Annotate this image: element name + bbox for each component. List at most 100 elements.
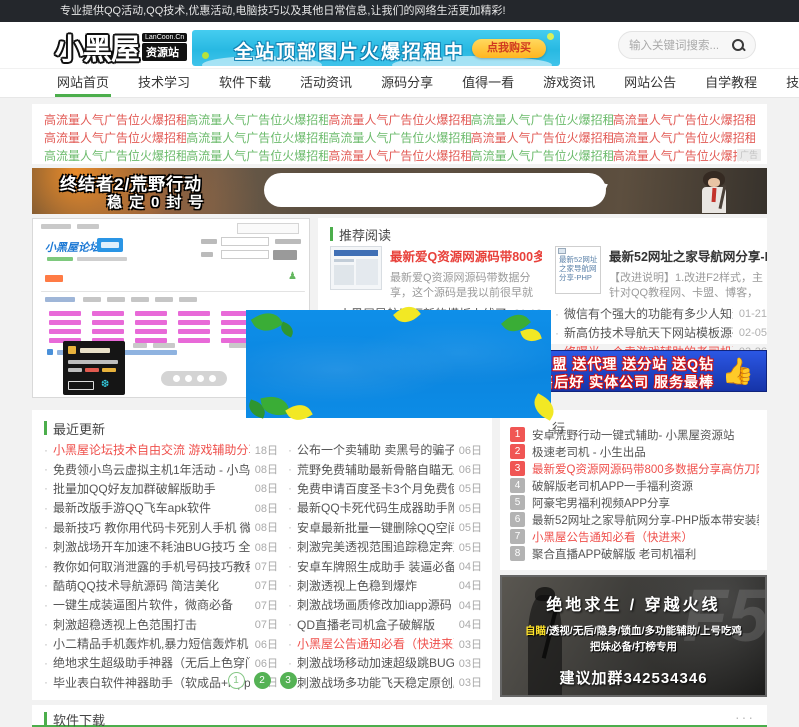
ad-link-r3c2[interactable]: 高流量人气广告位火爆招租30/排 <box>186 147 328 165</box>
recent-item-link[interactable]: 刺激战场开车加速不耗油BUG技巧 全军出击刺 <box>53 538 250 555</box>
ranking-item-link[interactable]: 破解版老司机APP一手福利资源 <box>532 478 759 494</box>
ad-link-r1c5[interactable]: 高流量人气广告位火爆招租30/排 <box>613 111 755 129</box>
ranking-row: 4破解版老司机APP一手福利资源 <box>510 477 759 494</box>
preview-login-input <box>221 237 269 246</box>
section-bar-icon <box>44 712 47 726</box>
recent-item-link[interactable]: 教你如何取消泄露的手机号码技巧教程 <box>53 558 250 575</box>
side-game-ad[interactable]: F5 绝地求生 / 穿越火线 自瞄/透视/无后/隐身/锁血/多功能辅助/上号吃鸡… <box>500 575 767 697</box>
recent-item-link[interactable]: 最新改版手游QQ飞车apk软件 <box>53 499 250 516</box>
nav-item-4[interactable]: 活动资讯 <box>300 69 352 97</box>
recent-item-link[interactable]: 小二精品手机轰炸机,暴力短信轰炸机 <box>53 635 250 652</box>
preview-snowflake-icon: ❆ <box>101 379 109 390</box>
ranking-item-link[interactable]: 最新52网址之家导航网分享-PHP版本带安装教程-QQ技术 <box>532 512 759 528</box>
recent-item-link[interactable]: 一键生成装逼图片软件，微商必备 <box>53 596 250 613</box>
preview-login-button <box>273 250 297 260</box>
nav-item-8[interactable]: 网站公告 <box>624 69 676 97</box>
bullet-icon: · <box>44 598 48 612</box>
recent-updates-panel: 最近更新 ·小黑屋论坛技术自由交流 游戏辅助分享论坛18日·免费领小鸟云虚拟主机… <box>32 410 492 700</box>
recent-item-link[interactable]: 免费领小鸟云虚拟主机1年活动 - 小鸟云计算 <box>53 461 250 478</box>
ad-link-r2c5[interactable]: 高流量人气广告位火爆招租30/排 <box>613 129 755 147</box>
banner-buy-button[interactable]: 点我购买 <box>472 39 546 58</box>
nav-item-7[interactable]: 游戏资讯 <box>543 69 595 97</box>
recent-item-link[interactable]: 刺激超稳透视上色范围打击 <box>53 616 250 633</box>
recent-item-link[interactable]: 荒野免费辅助最新骨骼自瞄无后稳定大号 <box>297 461 454 478</box>
ranking-item-link[interactable]: 极速老司机 - 小生出品 <box>532 444 759 460</box>
ad-link-r3c1[interactable]: 高流量人气广告位火爆招租30/排 <box>44 147 186 165</box>
recent-item-link[interactable]: 公布一个卖辅助 卖黑号的骗子QQ1258259925 <box>297 441 454 458</box>
nav-item-5[interactable]: 源码分享 <box>381 69 433 97</box>
ad-link-r2c2[interactable]: 高流量人气广告位火爆招租30/排 <box>186 129 328 147</box>
recent-item-row: ·荒野免费辅助最新骨骼自瞄无后稳定大号06日 <box>288 459 482 478</box>
recent-item-row: ·最新技巧 教你用代码卡死别人手机 微信代码08日 <box>44 518 278 537</box>
recommended-item-link[interactable]: 新高仿技术导航天下网站模板源码 <box>564 324 733 341</box>
card-thumbnail <box>330 246 382 290</box>
nav-item-9[interactable]: 自学教程 <box>705 69 757 97</box>
page-button-2[interactable]: 2 <box>254 672 271 689</box>
nav-item-3[interactable]: 软件下载 <box>219 69 271 97</box>
ad-link-r3c5[interactable]: 高流量人气广告位火爆招租30/排 <box>613 147 755 165</box>
downloads-more-button[interactable]: ··· <box>735 709 755 725</box>
recent-item-link[interactable]: QD直播老司机盒子破解版 <box>297 616 454 633</box>
nav-item-1[interactable]: 网站首页 <box>57 69 109 97</box>
ad-link-r1c3[interactable]: 高流量人气广告位火爆招租30/排 <box>328 111 470 129</box>
card-title[interactable]: 最新爱Q资源网源码带800多数据分 <box>390 246 542 265</box>
recommended-card-1[interactable]: 最新爱Q资源网源码带800多数据分 最新爱Q资源网源码带数据分享，这个源码是我以… <box>330 246 542 301</box>
header-banner-text: 全站顶部图片火爆招租中 <box>234 37 465 64</box>
recent-item-link[interactable]: 绝地求生超级助手神器（无后上色穿门等等） <box>53 654 250 671</box>
ranking-item-link[interactable]: 聚合直播APP破解版 老司机福利 <box>532 546 759 562</box>
recent-item-link[interactable]: 刺激完美透视范围追踪稳定奔放 <box>297 538 454 555</box>
page-root: 专业提供QQ活动,QQ技术,优惠活动,电脑技巧以及其他日常信息,让我们的网络生活… <box>0 0 799 727</box>
recommended-card-2[interactable]: 最新52网址之家导航网分享-PHP 最新52网址之家导航网分享-PHP版 【改进… <box>555 246 767 301</box>
bullet-icon: · <box>288 540 292 554</box>
recent-item-link[interactable]: 酷萌QQ技术导航源码 简洁美化 <box>53 577 250 594</box>
ad-link-r2c4[interactable]: 高流量人气广告位火爆招租30/排 <box>471 129 613 147</box>
recommended-item-date: 02-05 <box>739 327 767 339</box>
nav-item-10[interactable]: 技术导航 <box>786 69 799 97</box>
ranking-item-link[interactable]: 阿豪宅男福利视频APP分享 <box>532 495 759 511</box>
recent-item-link[interactable]: 小黑屋论坛技术自由交流 游戏辅助分享论坛 <box>53 441 250 458</box>
hero-ad-banner[interactable]: 终结者2/荒野行动 稳定0封号 <box>32 168 767 214</box>
ad-link-r3c4[interactable]: 高流量人气广告位火爆招租30/排 <box>471 147 613 165</box>
header-ad-banner[interactable]: 全站顶部图片火爆招租中 点我购买 <box>192 30 560 66</box>
site-logo[interactable]: 小黑屋 LanCoon.Cn 资源站 <box>55 26 187 68</box>
nav-item-6[interactable]: 值得一看 <box>462 69 514 97</box>
floating-overlay-ad[interactable] <box>246 310 551 418</box>
ad-link-r2c3[interactable]: 高流量人气广告位火爆招租30/排 <box>328 129 470 147</box>
search-icon[interactable] <box>731 38 745 52</box>
bullet-icon: · <box>44 559 48 573</box>
ranking-item-link[interactable]: 安卓荒野行动一键式辅助- 小黑屋资源站 <box>532 427 759 443</box>
recent-item-link[interactable]: 免费申请百度圣卡3个月免费使用 还送爱奇艺 <box>297 480 454 497</box>
preview-text-bar <box>41 224 71 229</box>
recent-item-date: 03日 <box>459 636 482 652</box>
ad-link-r3c3[interactable]: 高流量人气广告位火爆招租30/排 <box>328 147 470 165</box>
recent-item-link[interactable]: 刺激战场画质修改加iapp源码 <box>297 596 454 613</box>
recent-item-link[interactable]: 安卓最新批量一键删除QQ空间说说软件 <box>297 519 454 536</box>
card-title[interactable]: 最新52网址之家导航网分享-PHP版 <box>609 246 767 265</box>
recent-item-row: ·安卓最新批量一键删除QQ空间说说软件05日 <box>288 518 482 537</box>
ad-link-r1c2[interactable]: 高流量人气广告位火爆招租30/排 <box>186 111 328 129</box>
ad-link-r1c1[interactable]: 高流量人气广告位火爆招租30/排 <box>44 111 186 129</box>
recent-item-row: ·最新改版手游QQ飞车apk软件08日 <box>44 498 278 517</box>
search-input[interactable]: 输入关键词搜索... <box>618 31 756 59</box>
search-placeholder: 输入关键词搜索... <box>629 37 731 53</box>
nav-item-2[interactable]: 技术学习 <box>138 69 190 97</box>
recent-item-link[interactable]: 小黑屋公告通知必看（快进来） <box>297 635 454 652</box>
recent-item-row: ·绝地求生超级助手神器（无后上色穿门等等）06日 <box>44 653 278 672</box>
preview-pink-link <box>178 329 210 334</box>
ranking-item-link[interactable]: 小黑屋公告通知必看（快进来） <box>532 529 759 545</box>
recent-item-link[interactable]: 安卓车牌照生成助手 装逼必备 <box>297 558 454 575</box>
recent-item-link[interactable]: 刺激透视上色稳到爆炸 <box>297 577 454 594</box>
page-button-3[interactable]: 3 <box>280 672 297 689</box>
recent-item-link[interactable]: 最新技巧 教你用代码卡死别人手机 微信代码 <box>53 519 250 536</box>
ranking-item-link[interactable]: 最新爱Q资源网源码带800多数据分享高仿刀网模板 <box>532 461 759 477</box>
page-button-1[interactable]: 1 <box>228 672 245 689</box>
ad-link-r1c4[interactable]: 高流量人气广告位火爆招租30/排 <box>471 111 613 129</box>
hero-banner-line2: 稳定0封号 <box>107 191 210 212</box>
bullet-icon: · <box>555 326 559 340</box>
recent-item-link[interactable]: 批量加QQ好友加群破解版助手 <box>53 480 250 497</box>
ad-link-r2c1[interactable]: 高流量人气广告位火爆招租30/排 <box>44 129 186 147</box>
recent-item-link[interactable]: 刺激战场移动加速超级跳BUG最新教学 <box>297 654 454 671</box>
recommended-item-link[interactable]: 微信有个强大的功能有多少人知道了 但是关 <box>564 305 733 322</box>
preview-nav-bar <box>155 297 173 302</box>
recent-item-link[interactable]: 最新QQ卡死代码生成器助手附iapp源码 <box>297 499 454 516</box>
